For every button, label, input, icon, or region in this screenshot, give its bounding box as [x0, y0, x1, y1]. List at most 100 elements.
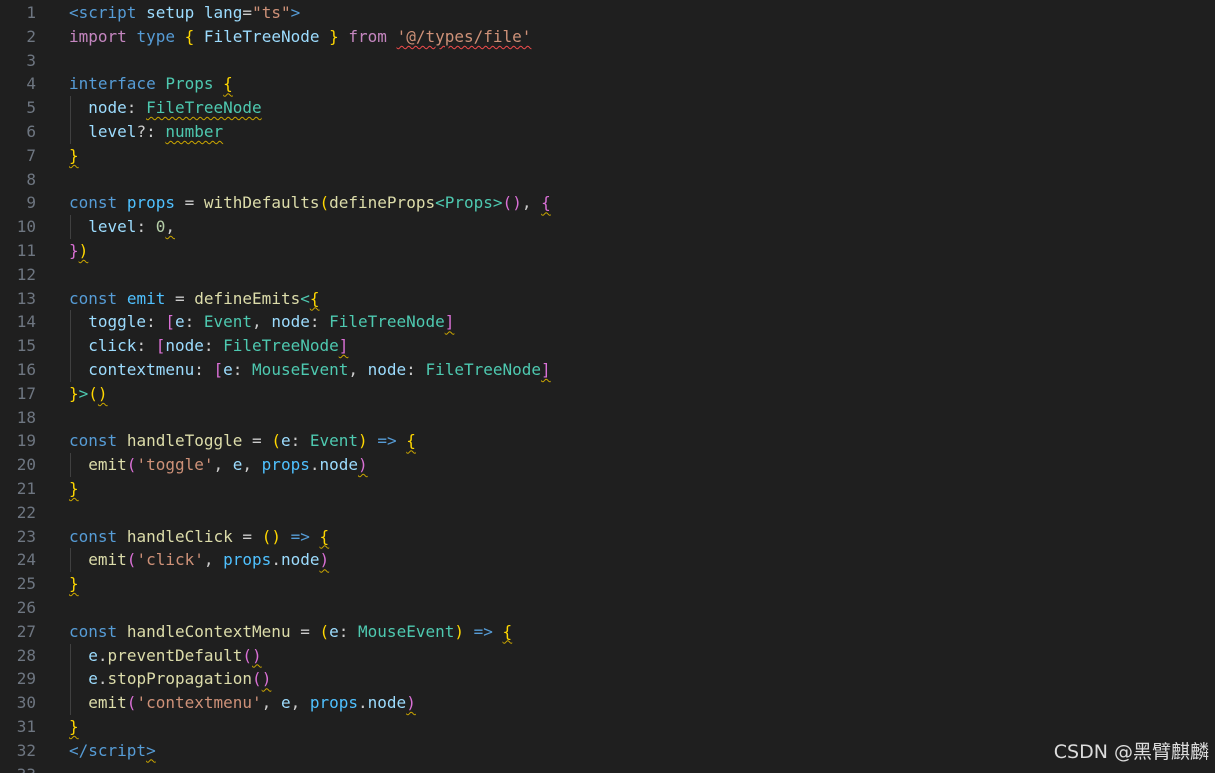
- code-token: level: [88, 217, 137, 237]
- code-token: {: [309, 288, 320, 308]
- code-text[interactable]: interface Props {: [69, 72, 233, 96]
- code-lines[interactable]: 1 <script setup lang="ts"> 2 import type { …: [0, 1, 1215, 773]
- code-text[interactable]: contextmenu: [e: MouseEvent, node: FileT…: [69, 358, 551, 382]
- code-text[interactable]: }>(): [69, 382, 108, 406]
- code-text[interactable]: import type { FileTreeNode } from '@/typ…: [69, 25, 531, 49]
- code-line[interactable]: 7}: [0, 144, 1215, 168]
- line-number: 3: [26, 50, 36, 70]
- code-text[interactable]: level: 0,: [69, 215, 175, 239]
- code-token: '@/types/file': [396, 26, 532, 46]
- code-token: const: [69, 526, 118, 546]
- code-token: const: [69, 288, 118, 308]
- code-line[interactable]: 21}: [0, 477, 1215, 501]
- code-line[interactable]: 20 emit('toggle', e, props.node): [0, 453, 1215, 477]
- code-line[interactable]: 17}>(): [0, 382, 1215, 406]
- code-line[interactable]: 10 level: 0,: [0, 215, 1215, 239]
- code-text[interactable]: const emit = defineEmits<{: [69, 287, 320, 311]
- code-text[interactable]: emit('contextmenu', e, props.node): [69, 691, 416, 715]
- code-text[interactable]: click: [node: FileTreeNode]: [69, 334, 348, 358]
- code-token: ): [261, 669, 272, 689]
- code-text[interactable]: level?: number: [69, 120, 223, 144]
- code-line[interactable]: 26: [0, 596, 1215, 620]
- code-line[interactable]: 15 click: [node: FileTreeNode]: [0, 334, 1215, 358]
- code-line[interactable]: 28 e.preventDefault(): [0, 643, 1215, 668]
- code-line[interactable]: 32 </script>: [0, 739, 1215, 763]
- code-token: e: [223, 359, 233, 379]
- code-token: ): [358, 455, 368, 475]
- code-text[interactable]: const handleContextMenu = (e: MouseEvent…: [69, 620, 512, 644]
- code-text[interactable]: }: [69, 572, 79, 596]
- code-text[interactable]: const props = withDefaults(defineProps<P…: [69, 191, 551, 215]
- code-line[interactable]: 8: [0, 168, 1215, 192]
- code-token: <: [435, 193, 445, 213]
- code-line[interactable]: 22: [0, 501, 1215, 525]
- code-text[interactable]: }: [69, 715, 79, 739]
- code-token: :: [203, 336, 224, 356]
- code-text[interactable]: </script>: [69, 739, 156, 763]
- code-line[interactable]: 9 const props = withDefaults(defineProps<…: [0, 191, 1215, 215]
- code-token: emit: [88, 455, 127, 475]
- code-token: MouseEvent: [358, 621, 455, 641]
- code-token: }: [69, 574, 79, 594]
- code-line[interactable]: 33: [0, 763, 1215, 773]
- code-text[interactable]: const handleToggle = (e: Event) => {: [69, 429, 416, 453]
- code-token: =: [242, 3, 253, 22]
- code-text[interactable]: const handleClick = () => {: [69, 525, 329, 549]
- code-line[interactable]: 6 level?: number: [0, 119, 1215, 144]
- code-text[interactable]: }): [69, 239, 88, 263]
- code-text[interactable]: emit('toggle', e, props.node): [69, 453, 368, 477]
- code-line[interactable]: 25}: [0, 572, 1215, 596]
- code-token: ): [78, 240, 89, 260]
- code-line[interactable]: 1 <script setup lang="ts">: [0, 1, 1215, 25]
- code-text[interactable]: <script setup lang="ts">: [69, 1, 300, 25]
- line-number: 32: [16, 740, 36, 760]
- code-text[interactable]: emit('click', props.node): [69, 548, 329, 572]
- line-number: 8: [26, 169, 36, 189]
- code-line[interactable]: 13 const emit = defineEmits<{: [0, 287, 1215, 311]
- code-line[interactable]: 11}): [0, 239, 1215, 263]
- code-text[interactable]: node: FileTreeNode: [69, 96, 261, 120]
- code-token: ,: [252, 312, 272, 332]
- code-text[interactable]: }: [69, 144, 79, 168]
- code-token: [: [165, 312, 175, 332]
- code-token: (: [126, 455, 137, 475]
- code-line[interactable]: 30 emit('contextmenu', e, props.node): [0, 691, 1215, 715]
- code-text[interactable]: e.stopPropagation(): [69, 667, 271, 691]
- code-line[interactable]: 12: [0, 263, 1215, 287]
- line-number: 31: [16, 716, 36, 736]
- code-text[interactable]: e.preventDefault(): [69, 644, 261, 668]
- code-line[interactable]: 24 emit('click', props.node): [0, 548, 1215, 573]
- code-text[interactable]: }: [69, 477, 79, 501]
- code-line[interactable]: 23 const handleClick = () => {: [0, 525, 1215, 549]
- code-token: "ts": [252, 3, 291, 22]
- code-line[interactable]: 4 interface Props {: [0, 72, 1215, 96]
- code-token: }: [69, 383, 79, 403]
- code-line[interactable]: 14 toggle: [e: Event, node: FileTreeNode…: [0, 310, 1215, 335]
- code-line[interactable]: 18: [0, 406, 1215, 430]
- code-line[interactable]: 16 contextmenu: [e: MouseEvent, node: Fi…: [0, 357, 1215, 382]
- code-line[interactable]: 31}: [0, 715, 1215, 739]
- code-token: (: [502, 193, 513, 213]
- code-token: ]: [541, 359, 551, 379]
- code-text[interactable]: toggle: [e: Event, node: FileTreeNode]: [69, 310, 454, 334]
- code-token: =: [174, 193, 204, 213]
- line-number: 33: [0, 763, 36, 773]
- code-token: (: [252, 669, 262, 689]
- code-line[interactable]: 2 import type { FileTreeNode } from '@/ty…: [0, 25, 1215, 49]
- code-line[interactable]: 3: [0, 49, 1215, 73]
- code-line[interactable]: 19 const handleToggle = (e: Event) => {: [0, 429, 1215, 453]
- code-line[interactable]: 29 e.stopPropagation(): [0, 667, 1215, 692]
- code-token: :: [146, 312, 166, 332]
- code-editor[interactable]: 1 <script setup lang="ts"> 2 import type { …: [0, 0, 1215, 773]
- code-line[interactable]: 27 const handleContextMenu = (e: MouseEve…: [0, 620, 1215, 644]
- code-line[interactable]: 5 node: FileTreeNode: [0, 96, 1215, 120]
- code-token: level: [88, 121, 137, 141]
- watermark: CSDN @黑臂麒麟: [1053, 741, 1209, 763]
